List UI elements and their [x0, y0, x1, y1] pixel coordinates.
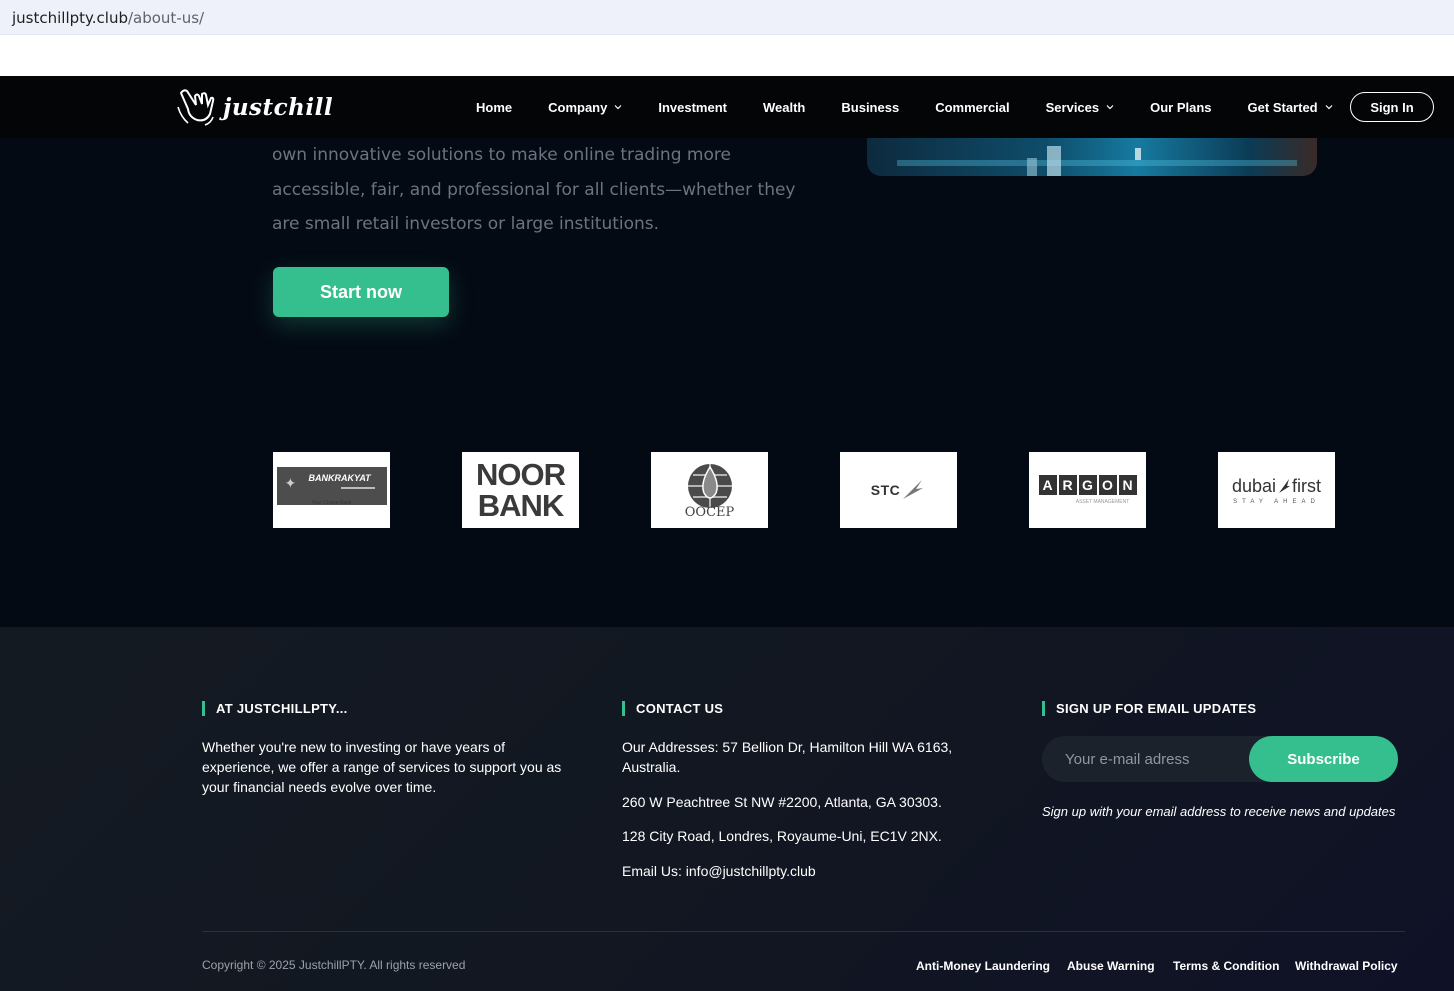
argon-sub: ASSET MANAGEMENT [1075, 499, 1130, 505]
hero-description: own innovative solutions to make online … [272, 138, 796, 242]
dubaifirst-right: first [1292, 475, 1322, 496]
site-footer: AT JUSTCHILLPTY... Whether you're new to… [0, 627, 1454, 991]
partner-noorbank-logo: NOOR BANK [462, 452, 579, 528]
footer-divider [202, 931, 1405, 932]
nav-home[interactable]: Home [476, 100, 512, 115]
oocep-name: OOCEP [684, 504, 735, 520]
partner-oocep-logo: OOCEP [651, 452, 768, 528]
hero-image-bar [1047, 146, 1061, 176]
legal-link-terms[interactable]: Terms & Condition [1173, 959, 1279, 973]
nav-commercial[interactable]: Commercial [935, 100, 1009, 115]
bankrakyat-emblem-icon: ✦ [284, 475, 297, 491]
footer-about-text: Whether you're new to investing or have … [202, 739, 562, 795]
nav-business[interactable]: Business [841, 100, 899, 115]
main-page: justchill Home Company Investment Wealth… [0, 76, 1454, 991]
argon-letter: R [1058, 475, 1077, 495]
argon-letter: O [1098, 475, 1117, 495]
dubaifirst-wordmark: dubai first [1232, 476, 1321, 497]
newsletter-note: Sign up with your email address to recei… [1042, 804, 1396, 819]
hero-image-arrow [1135, 148, 1141, 160]
page-root: justchillpty.club/about-us/ justchill Ho… [0, 0, 1454, 991]
footer-contact-title: CONTACT US [622, 701, 723, 716]
nav-label: Commercial [935, 99, 1010, 115]
url-path: /about-us/ [127, 9, 205, 27]
main-nav: Home Company Investment Wealth Business … [476, 76, 1369, 138]
nav-label: Wealth [763, 99, 806, 115]
site-header: justchill Home Company Investment Wealth… [0, 76, 1454, 138]
nav-label: Investment [658, 99, 727, 115]
hero-image-glow [897, 160, 1297, 166]
site-logo[interactable]: justchill [175, 87, 333, 127]
argon-letters: A R G O N [1038, 475, 1138, 495]
dubaifirst-mark-icon [1279, 479, 1291, 493]
copyright-text: Copyright © 2025 JustchillPTY. All right… [202, 958, 466, 972]
hero-line: accessible, fair, and professional for a… [272, 179, 796, 200]
bankrakyat-script [340, 487, 375, 489]
nav-label: Business [841, 99, 900, 115]
hero-image-bar [1027, 158, 1037, 176]
sign-in-button[interactable]: Sign In [1350, 92, 1434, 122]
argon-letter: G [1078, 475, 1097, 495]
bankrakyat-name: BANKRAKYAT [308, 473, 371, 483]
dubaifirst-left: dubai [1231, 475, 1277, 496]
footer-address-1: Our Addresses: 57 Bellion Dr, Hamilton H… [622, 739, 953, 775]
partner-stc-logo: STC [840, 452, 957, 528]
stc-name: STC [870, 482, 901, 498]
nav-label: Company [548, 99, 608, 115]
chevron-down-icon [1325, 105, 1333, 110]
nav-company[interactable]: Company [548, 100, 622, 115]
subscribe-button[interactable]: Subscribe [1249, 736, 1398, 782]
hero-line: own innovative solutions to make online … [272, 145, 731, 165]
chevron-down-icon [614, 105, 622, 110]
url-text[interactable]: justchillpty.club/about-us/ [12, 9, 204, 27]
argon-letter: A [1038, 475, 1057, 495]
url-host: justchillpty.club [12, 9, 128, 27]
email-input[interactable] [1042, 736, 1252, 782]
start-now-button[interactable]: Start now [273, 267, 449, 317]
address-bar[interactable]: justchillpty.club/about-us/ [0, 0, 1454, 35]
partner-argon-logo: A R G O N ASSET MANAGEMENT [1029, 452, 1146, 528]
nav-label: Home [476, 99, 513, 115]
partner-logos: ✦ BANKRAKYAT Your Choice Bank NOOR BANK … [273, 452, 1335, 528]
footer-address-3: 128 City Road, Londres, Royaume-Uni, EC1… [622, 828, 942, 844]
browser-gap [0, 35, 1454, 76]
noorbank-line2: BANK [477, 488, 565, 523]
noorbank-line1: NOOR [476, 457, 566, 492]
nav-get-started[interactable]: Get Started [1248, 100, 1333, 115]
nav-investment[interactable]: Investment [658, 100, 727, 115]
dubaifirst-tagline: STAY AHEAD [1233, 498, 1320, 505]
globe-drop-icon [687, 463, 732, 508]
nav-services[interactable]: Services [1046, 100, 1115, 115]
nav-label: Get Started [1247, 99, 1318, 115]
legal-link-aml[interactable]: Anti-Money Laundering [916, 959, 1050, 973]
footer-newsletter-title: SIGN UP FOR EMAIL UPDATES [1042, 701, 1256, 716]
nav-label: Services [1045, 99, 1100, 115]
hero-line: are small retail investors or large inst… [272, 214, 660, 234]
nav-wealth[interactable]: Wealth [763, 100, 805, 115]
partner-bankrakyat-logo: ✦ BANKRAKYAT Your Choice Bank [273, 452, 390, 528]
footer-address-2: 260 W Peachtree St NW #2200, Atlanta, GA… [622, 794, 942, 810]
chevron-down-icon [1106, 105, 1114, 110]
shaka-hand-icon [177, 89, 215, 126]
argon-letter: N [1118, 475, 1137, 495]
legal-link-withdrawal-policy[interactable]: Withdrawal Policy [1295, 959, 1398, 973]
legal-link-abuse-warning[interactable]: Abuse Warning [1067, 959, 1155, 973]
bankrakyat-tagline: Your Choice Bank [311, 500, 352, 506]
footer-about-title: AT JUSTCHILLPTY... [202, 701, 348, 716]
newsletter-form: Subscribe [1042, 736, 1398, 782]
footer-email-link[interactable]: Email Us: info@justchillpty.club [622, 861, 982, 881]
nav-label: Our Plans [1150, 99, 1212, 115]
nav-our-plans[interactable]: Our Plans [1150, 100, 1211, 115]
stc-arrow-icon [903, 480, 924, 499]
partner-dubaifirst-logo: dubai first STAY AHEAD [1218, 452, 1335, 528]
brand-name: justchill [223, 93, 334, 121]
